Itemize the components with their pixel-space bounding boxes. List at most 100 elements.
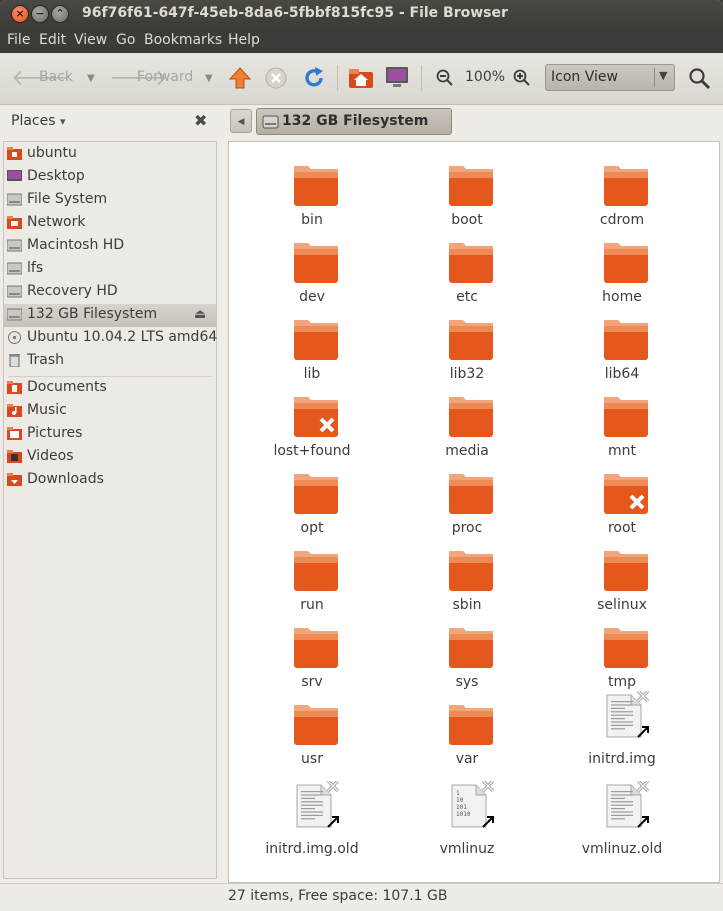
places-menu[interactable]: Places ▾ bbox=[11, 113, 66, 129]
menu-view[interactable]: View bbox=[74, 32, 107, 48]
file-item[interactable]: selinux bbox=[547, 545, 697, 625]
file-item[interactable]: run bbox=[237, 545, 387, 625]
file-item[interactable]: mnt bbox=[547, 391, 697, 471]
sidebar-item-desktop[interactable]: Desktop bbox=[4, 166, 216, 189]
sidebar-item-ubuntu[interactable]: ubuntu bbox=[4, 143, 216, 166]
file-name-label: vmlinuz bbox=[439, 841, 495, 857]
file-item[interactable]: var bbox=[392, 699, 542, 779]
file-name-label: lost+found bbox=[273, 443, 351, 459]
file-item[interactable]: initrd.img.old bbox=[237, 781, 387, 869]
folder-icon bbox=[604, 551, 648, 591]
file-item[interactable]: etc bbox=[392, 237, 542, 317]
music-folder-icon bbox=[7, 404, 22, 417]
folder-icon bbox=[294, 320, 338, 360]
close-sidebar-icon[interactable]: ✖ bbox=[194, 111, 207, 130]
file-item[interactable]: boot bbox=[392, 160, 542, 240]
binary-file-link-icon: 1101011010 bbox=[451, 781, 495, 828]
sidebar-item-music[interactable]: Music bbox=[4, 400, 216, 423]
pathbar-scroll-left-button[interactable]: ◀ bbox=[230, 109, 252, 133]
file-item[interactable]: dev bbox=[237, 237, 387, 317]
folder-icon bbox=[604, 628, 648, 668]
sidebar-item-label: Ubuntu 10.04.2 LTS amd64 bbox=[27, 329, 218, 345]
folder-icon bbox=[294, 243, 338, 283]
sidebar-item-lfs[interactable]: lfs bbox=[4, 258, 216, 281]
menu-bar: File Edit View Go Bookmarks Help bbox=[0, 28, 723, 53]
file-item[interactable]: vmlinuz.old bbox=[547, 781, 697, 869]
file-name-label: home bbox=[602, 289, 642, 305]
menu-help[interactable]: Help bbox=[228, 32, 260, 48]
file-item[interactable]: opt bbox=[237, 468, 387, 548]
file-icon-view[interactable]: bin boot cdrom dev etc home lib lib32 lib64 lost+… bbox=[228, 141, 720, 883]
sidebar-item-recovery-hd[interactable]: Recovery HD bbox=[4, 281, 216, 304]
file-item[interactable]: home bbox=[547, 237, 697, 317]
file-item[interactable]: 1 10 101 1010 vmlinuz bbox=[392, 781, 542, 869]
sidebar: Places ▾ ✖ ubuntu Desktop File System Ne… bbox=[0, 105, 222, 881]
svg-text:10: 10 bbox=[456, 797, 464, 804]
file-item[interactable]: lib32 bbox=[392, 314, 542, 394]
reload-icon[interactable] bbox=[302, 66, 326, 90]
file-name-label: mnt bbox=[608, 443, 636, 459]
sidebar-item-videos[interactable]: Videos bbox=[4, 446, 216, 469]
forward-history-dropdown[interactable]: ▼ bbox=[205, 73, 213, 84]
folder-icon bbox=[449, 320, 493, 360]
window-close-button[interactable]: × bbox=[11, 5, 29, 23]
sidebar-item-file-system[interactable]: File System bbox=[4, 189, 216, 212]
downloads-folder-icon bbox=[7, 473, 22, 486]
title-bar[interactable]: × − ⌃ 96f76f61-647f-45eb-8da6-5fbbf815fc… bbox=[0, 0, 723, 28]
status-text: 27 items, Free space: 107.1 GB bbox=[228, 888, 448, 904]
sidebar-item-macintosh-hd[interactable]: Macintosh HD bbox=[4, 235, 216, 258]
folder-icon bbox=[294, 705, 338, 745]
search-icon[interactable] bbox=[688, 67, 712, 91]
window-maximize-button[interactable]: ⌃ bbox=[51, 5, 69, 23]
zoom-in-icon[interactable] bbox=[513, 69, 531, 87]
back-history-dropdown[interactable]: ▼ bbox=[87, 73, 95, 84]
sidebar-item-downloads[interactable]: Downloads bbox=[4, 469, 216, 492]
file-item[interactable]: lost+found bbox=[237, 391, 387, 471]
file-item[interactable]: media bbox=[392, 391, 542, 471]
file-item[interactable]: proc bbox=[392, 468, 542, 548]
file-item[interactable]: bin bbox=[237, 160, 387, 240]
file-item[interactable]: initrd.img bbox=[547, 691, 697, 779]
sidebar-item-network[interactable]: Network bbox=[4, 212, 216, 235]
window-minimize-button[interactable]: − bbox=[31, 5, 49, 23]
file-name-label: var bbox=[455, 751, 479, 767]
file-item[interactable]: root bbox=[547, 468, 697, 548]
sidebar-item-trash[interactable]: Trash bbox=[4, 350, 216, 373]
stop-icon[interactable] bbox=[265, 67, 287, 89]
file-item[interactable]: cdrom bbox=[547, 160, 697, 240]
file-item[interactable]: tmp bbox=[547, 622, 697, 702]
folder-icon bbox=[449, 551, 493, 591]
sidebar-item-pictures[interactable]: Pictures bbox=[4, 423, 216, 446]
sidebar-item-label: Desktop bbox=[27, 168, 85, 184]
file-name-label: usr bbox=[301, 751, 323, 767]
file-item[interactable]: lib bbox=[237, 314, 387, 394]
menu-go[interactable]: Go bbox=[116, 32, 135, 48]
file-name-label: dev bbox=[299, 289, 325, 305]
toolbar-separator bbox=[421, 65, 422, 91]
file-item[interactable]: lib64 bbox=[547, 314, 697, 394]
file-browser-window: × − ⌃ 96f76f61-647f-45eb-8da6-5fbbf815fc… bbox=[0, 0, 723, 911]
home-icon[interactable] bbox=[348, 66, 374, 90]
sidebar-item-documents[interactable]: Documents bbox=[4, 377, 216, 400]
file-item[interactable]: srv bbox=[237, 622, 387, 702]
sidebar-item-label: Documents bbox=[27, 379, 107, 395]
folder-locked-icon bbox=[604, 474, 648, 514]
zoom-out-icon[interactable] bbox=[436, 69, 454, 87]
file-item[interactable]: sys bbox=[392, 622, 542, 702]
file-item[interactable]: sbin bbox=[392, 545, 542, 625]
sidebar-item-132gb-filesystem[interactable]: 132 GB Filesystem ⏏ bbox=[4, 304, 216, 327]
menu-edit[interactable]: Edit bbox=[39, 32, 66, 48]
view-mode-select[interactable]: Icon View ▼ bbox=[545, 64, 675, 91]
zoom-level[interactable]: 100% bbox=[465, 69, 505, 85]
sidebar-item-ubuntu-cd[interactable]: Ubuntu 10.04.2 LTS amd64 bbox=[4, 327, 218, 350]
eject-icon[interactable]: ⏏ bbox=[194, 307, 206, 322]
up-arrow-icon[interactable] bbox=[228, 66, 252, 90]
menu-file[interactable]: File bbox=[7, 32, 30, 48]
file-name-label: tmp bbox=[607, 674, 636, 690]
menu-bookmarks[interactable]: Bookmarks bbox=[144, 32, 222, 48]
chevron-down-icon: ▼ bbox=[659, 69, 668, 82]
file-name-label: sbin bbox=[452, 597, 482, 613]
breadcrumb-current[interactable]: 132 GB Filesystem bbox=[256, 108, 452, 135]
computer-icon[interactable] bbox=[384, 66, 410, 90]
file-item[interactable]: usr bbox=[237, 699, 387, 779]
